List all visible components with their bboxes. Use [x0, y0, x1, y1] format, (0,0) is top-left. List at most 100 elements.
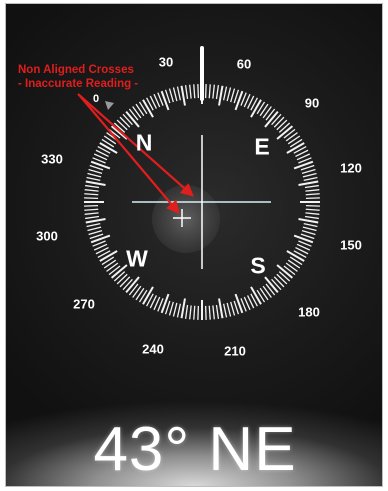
- degree-tick: [85, 218, 106, 224]
- degree-tick: [189, 305, 192, 320]
- degree-tick: [189, 84, 192, 99]
- degree-tick: [226, 87, 232, 102]
- degree-tick: [212, 84, 215, 99]
- degree-tick: [226, 302, 232, 317]
- degree-tick: [176, 303, 182, 318]
- degree-tick: [273, 276, 285, 288]
- degree-tick: [218, 85, 224, 106]
- degree-tick: [262, 106, 272, 119]
- degree-tick: [250, 99, 262, 118]
- level-bubble: [152, 185, 220, 253]
- degree-tick: [168, 301, 174, 316]
- degree-tick: [176, 86, 182, 101]
- degree-tick: [218, 298, 224, 319]
- degree-tick: [119, 116, 131, 128]
- degree-tick: [142, 99, 154, 118]
- degree-tick: [84, 189, 99, 192]
- degree-tick: [208, 84, 211, 99]
- degree-label-90: 90: [304, 95, 320, 111]
- degree-tick: [303, 222, 318, 228]
- degree-label-150: 150: [340, 237, 362, 253]
- degree-tick: [88, 230, 103, 236]
- degree-tick: [87, 172, 102, 178]
- degree-tick: [132, 106, 142, 119]
- cardinal-north: N: [135, 129, 153, 156]
- degree-tick: [99, 250, 118, 262]
- degree-tick: [250, 286, 262, 305]
- degree-tick: [87, 226, 102, 232]
- degree-tick: [304, 184, 319, 189]
- degree-tick: [85, 215, 100, 220]
- degree-tick: [106, 262, 119, 272]
- degree-tick: [276, 273, 288, 285]
- degree-tick: [273, 116, 285, 128]
- degree-tick: [285, 132, 298, 142]
- degree-label-180: 180: [298, 304, 320, 320]
- degree-tick: [116, 273, 128, 285]
- degree-tick: [303, 176, 318, 182]
- degree-tick: [304, 215, 319, 220]
- degree-tick: [132, 285, 142, 298]
- degree-tick: [84, 212, 99, 215]
- degree-tick: [119, 276, 131, 288]
- degree-tick: [286, 250, 305, 262]
- degree-tick: [298, 180, 319, 186]
- degree-tick: [302, 226, 317, 232]
- degree-tick: [212, 305, 215, 320]
- degree-tick: [86, 222, 101, 228]
- degree-label-330: 330: [41, 151, 63, 167]
- degree-tick: [99, 142, 118, 154]
- degree-tick: [84, 193, 99, 196]
- degree-tick: [305, 212, 320, 215]
- annotation-line-2: - Inaccurate Reading -: [18, 78, 139, 90]
- degree-tick: [222, 303, 228, 318]
- degree-tick: [84, 208, 99, 211]
- degree-tick: [301, 230, 316, 236]
- degree-tick: [85, 184, 100, 189]
- degree-tick: [215, 304, 220, 319]
- degree-tick: [168, 88, 174, 103]
- degree-tick: [180, 298, 186, 319]
- degree-tick: [262, 285, 272, 298]
- degree-tick: [180, 85, 186, 106]
- degree-tick: [302, 172, 317, 178]
- degree-tick: [184, 304, 189, 319]
- annotation-line-1: Non Aligned Crosses: [18, 64, 134, 76]
- degree-tick: [193, 84, 196, 99]
- degree-tick: [184, 85, 189, 100]
- cardinal-east: E: [254, 133, 270, 160]
- degree-tick: [88, 168, 103, 174]
- cardinal-south: S: [250, 252, 266, 279]
- degree-label-0: 0: [92, 93, 100, 105]
- compass-screen: 30 60 90 120 150 180 210 240 270 300 330…: [5, 3, 383, 487]
- degree-tick: [193, 305, 196, 320]
- degree-tick: [305, 208, 320, 211]
- degree-tick: [142, 286, 154, 305]
- degree-tick: [230, 88, 236, 103]
- degree-label-30: 30: [158, 54, 174, 70]
- degree-tick: [286, 142, 305, 154]
- degree-tick: [301, 168, 316, 174]
- degree-tick: [172, 302, 178, 317]
- degree-tick: [86, 176, 101, 182]
- degree-label-300: 300: [36, 228, 58, 244]
- degree-tick: [285, 262, 298, 272]
- degree-tick: [215, 85, 220, 100]
- degree-tick: [276, 119, 288, 131]
- degree-label-210: 210: [224, 343, 246, 359]
- degree-tick: [305, 189, 320, 192]
- annotation-note: Non Aligned Crosses - Inaccurate Reading…: [18, 63, 138, 91]
- degree-tick: [172, 87, 178, 102]
- degree-tick: [305, 193, 320, 196]
- degree-label-60: 60: [236, 56, 252, 72]
- degree-tick: [208, 305, 211, 320]
- degree-tick: [222, 86, 228, 101]
- degree-label-120: 120: [340, 160, 362, 176]
- degree-label-240: 240: [142, 341, 164, 357]
- cardinal-west: W: [126, 245, 148, 272]
- north-marker-icon: [105, 101, 114, 110]
- degree-tick: [85, 180, 106, 186]
- degree-tick: [298, 218, 319, 224]
- degree-tick: [230, 301, 236, 316]
- degree-tick: [116, 119, 128, 131]
